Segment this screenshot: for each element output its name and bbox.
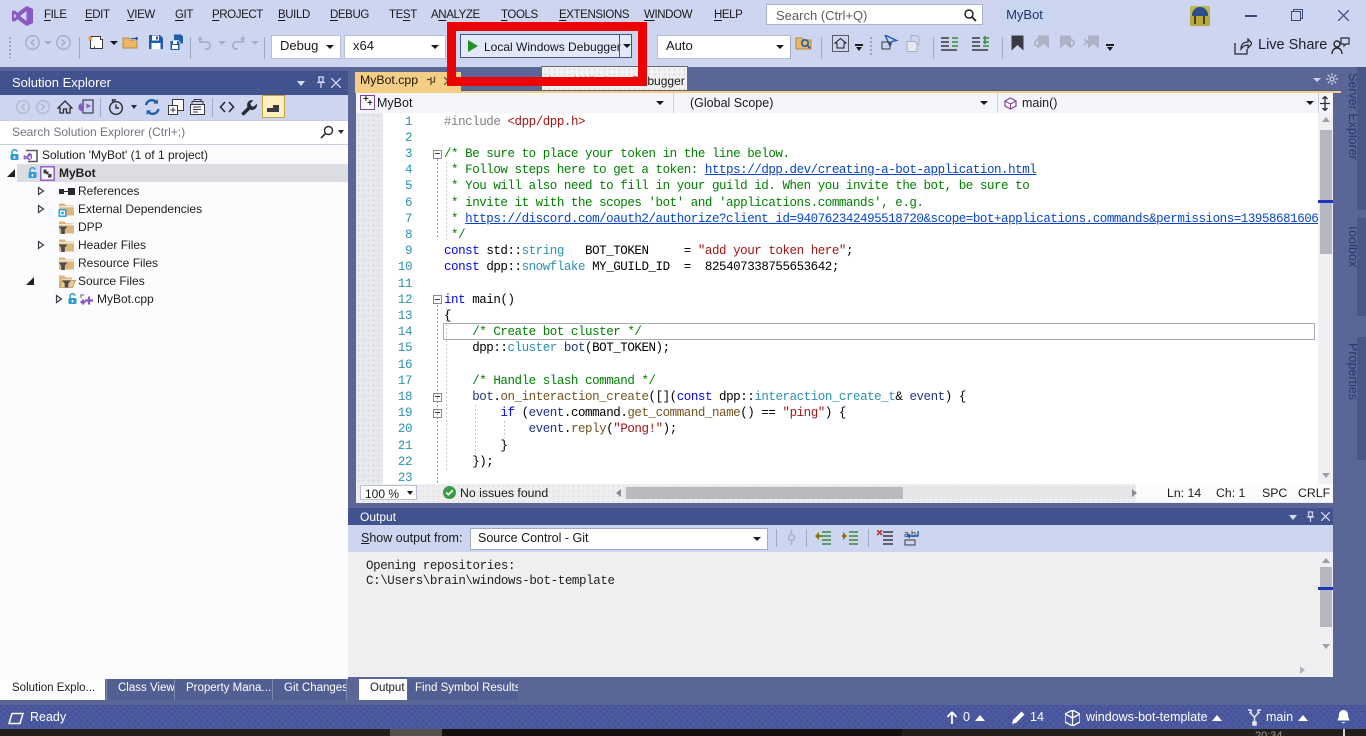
svg-text:a: a bbox=[904, 529, 909, 539]
svg-text:b: b bbox=[911, 529, 916, 539]
